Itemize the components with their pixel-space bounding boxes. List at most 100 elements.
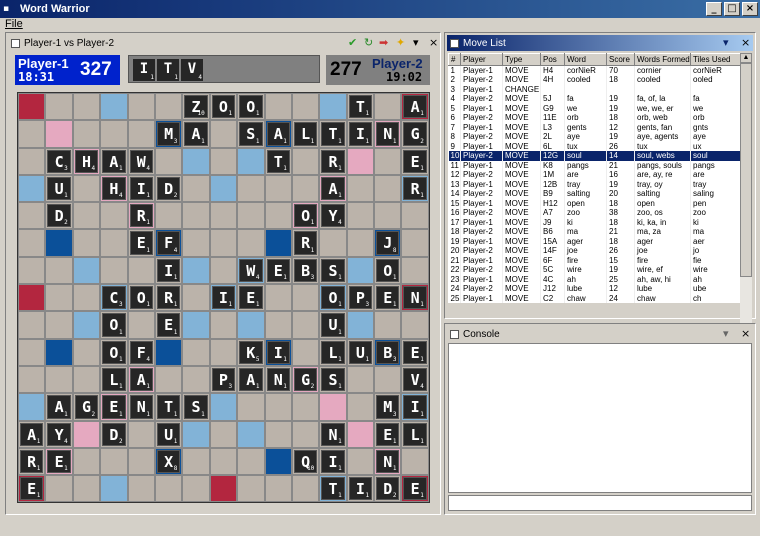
board-square[interactable]: M3	[374, 393, 402, 421]
board-square[interactable]	[264, 420, 292, 448]
board-square[interactable]: A1	[264, 120, 292, 148]
game-board[interactable]: Z 10 O 1 O 1 T 1 A 1 M 3 A 1 S 1 A 1 L 1 T 1 I 1 N 1 G 2 C 3 H 4 A 1 W 4 T 1 R…	[17, 92, 430, 503]
board-square[interactable]	[45, 284, 73, 312]
board-square[interactable]	[72, 365, 101, 394]
board-square[interactable]: E1	[154, 311, 183, 339]
board-square[interactable]: P3	[209, 365, 238, 394]
board-square[interactable]: Y4	[319, 202, 347, 230]
board-square[interactable]	[182, 475, 210, 503]
board-square[interactable]	[374, 93, 402, 121]
board-square[interactable]	[182, 147, 210, 175]
board-square[interactable]	[100, 447, 128, 476]
board-square[interactable]	[209, 311, 238, 339]
board-square[interactable]	[374, 202, 402, 230]
board-square[interactable]	[264, 447, 292, 476]
board-square[interactable]	[209, 202, 238, 230]
board-square[interactable]	[374, 147, 402, 175]
board-square[interactable]: E1	[374, 284, 402, 312]
board-square[interactable]: L1	[291, 120, 320, 148]
table-row[interactable]: 14 Player-2 MOVE B9 salting 20 salting saling	[448, 189, 741, 199]
board-square[interactable]	[72, 447, 101, 476]
board-square[interactable]: I1	[127, 174, 155, 203]
board-square[interactable]: H4	[72, 147, 101, 175]
board-square[interactable]: U1	[346, 338, 375, 366]
board-square[interactable]	[264, 174, 292, 203]
table-row[interactable]: 6 Player-2 MOVE 11E orb 18 orb, web orb	[448, 113, 741, 123]
console-menu-chevron-down-icon[interactable]: ▾	[723, 326, 729, 342]
board-square[interactable]	[182, 447, 210, 476]
board-square[interactable]	[291, 475, 320, 503]
board-square[interactable]	[346, 174, 375, 203]
board-square[interactable]: G2	[72, 393, 101, 421]
board-square[interactable]: R1	[319, 147, 347, 175]
board-square[interactable]	[154, 93, 183, 121]
board-square[interactable]	[291, 284, 320, 312]
board-square[interactable]	[18, 93, 46, 121]
board-square[interactable]	[209, 393, 238, 421]
board-square[interactable]	[346, 229, 375, 257]
board-square[interactable]: I1	[319, 447, 347, 476]
board-square[interactable]	[346, 365, 375, 394]
board-square[interactable]	[18, 256, 46, 285]
movelist-scrollbar[interactable]: ▲	[740, 53, 752, 339]
rack-tile[interactable]: I1	[133, 59, 155, 81]
board-square[interactable]: A1	[45, 393, 73, 421]
board-square[interactable]	[401, 229, 429, 257]
board-square[interactable]	[45, 311, 73, 339]
board-square[interactable]	[45, 338, 73, 366]
board-square[interactable]	[237, 447, 265, 476]
console-input[interactable]	[448, 495, 752, 511]
board-square[interactable]	[127, 447, 155, 476]
board-square[interactable]: A1	[401, 93, 429, 121]
check-icon[interactable]: ✔	[348, 35, 357, 51]
board-square[interactable]: U1	[319, 311, 347, 339]
board-square[interactable]: U1	[154, 420, 183, 448]
board-square[interactable]	[237, 202, 265, 230]
board-square[interactable]	[346, 393, 375, 421]
board-square[interactable]: J8	[374, 229, 402, 257]
board-square[interactable]: N1	[264, 365, 292, 394]
board-square[interactable]	[72, 202, 101, 230]
panel-close-icon[interactable]: ×	[429, 35, 438, 51]
board-square[interactable]: O1	[291, 202, 320, 230]
column-header[interactable]: Type	[502, 53, 541, 66]
board-square[interactable]	[264, 202, 292, 230]
board-square[interactable]	[182, 311, 210, 339]
console-close-icon[interactable]: ×	[741, 326, 750, 342]
column-header[interactable]: Score	[606, 53, 635, 66]
board-square[interactable]: E1	[264, 256, 292, 285]
board-square[interactable]	[374, 174, 402, 203]
board-square[interactable]	[72, 475, 101, 503]
board-square[interactable]	[72, 229, 101, 257]
board-square[interactable]: L1	[401, 420, 429, 448]
board-square[interactable]	[182, 365, 210, 394]
board-square[interactable]	[346, 256, 375, 285]
table-row[interactable]: 21 Player-1 MOVE 6F fire 15 fire fie	[448, 255, 741, 265]
board-square[interactable]: V4	[401, 365, 429, 394]
board-square[interactable]: E1	[401, 338, 429, 366]
board-square[interactable]	[18, 120, 46, 148]
board-square[interactable]: G2	[291, 365, 320, 394]
board-square[interactable]: D2	[100, 420, 128, 448]
table-row[interactable]: 2 Player-2 MOVE 4H cooled 18 cooled ooled	[448, 75, 741, 85]
board-square[interactable]	[72, 93, 101, 121]
board-square[interactable]	[291, 338, 320, 366]
table-row[interactable]: 16 Player-2 MOVE A7 zoo 38 zoo, os zoo	[448, 208, 741, 218]
rack-tile[interactable]: V4	[181, 59, 203, 81]
board-square[interactable]: O1	[237, 93, 265, 121]
board-square[interactable]: Q 10	[291, 447, 320, 476]
board-square[interactable]	[209, 475, 238, 503]
board-square[interactable]: K5	[237, 338, 265, 366]
board-square[interactable]: I1	[264, 338, 292, 366]
board-square[interactable]	[45, 256, 73, 285]
movelist-close-icon[interactable]: ×	[741, 35, 750, 51]
table-row[interactable]: 5 Player-1 MOVE G9 we 19 we, we, er we	[448, 103, 741, 113]
column-header[interactable]: Player	[460, 53, 503, 66]
board-square[interactable]	[72, 311, 101, 339]
minimize-button[interactable]: _	[706, 2, 722, 16]
board-square[interactable]: A1	[182, 120, 210, 148]
table-row[interactable]: 17 Player-1 MOVE J9 ki 18 ki, ka, in ki	[448, 217, 741, 227]
refresh-icon[interactable]: ↻	[364, 35, 373, 51]
board-square[interactable]	[346, 447, 375, 476]
board-square[interactable]	[346, 420, 375, 448]
